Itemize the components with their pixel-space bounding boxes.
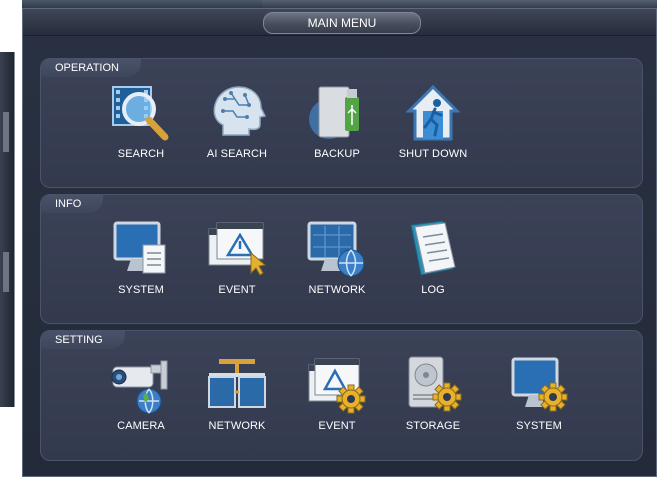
event-setting-label: EVENT	[318, 420, 356, 432]
log-label: LOG	[421, 284, 445, 296]
event-info-label: EVENT	[218, 284, 256, 296]
usb-backup-icon	[309, 86, 359, 139]
network-info-label: NETWORK	[308, 284, 366, 296]
log-button[interactable]: LOG	[385, 217, 481, 296]
system-setting-button[interactable]: SYSTEM	[491, 353, 587, 432]
search-button[interactable]: SEARCH	[93, 81, 189, 160]
shut-down-label: SHUT DOWN	[398, 148, 468, 160]
title-bar: MAIN MENU	[23, 9, 656, 36]
camera-globe-icon	[111, 360, 168, 414]
setting-panel-title: SETTING	[41, 331, 125, 349]
search-label: SEARCH	[117, 148, 165, 160]
event-gear-icon	[308, 358, 366, 414]
network-setting-button[interactable]: NETWORK	[189, 353, 285, 432]
system-info-label: SYSTEM	[118, 284, 164, 296]
window-title: MAIN MENU	[263, 12, 421, 34]
operation-panel: OPERATION SEARCH AI SEARCH BACKUP SHUT D…	[40, 58, 643, 188]
shut-down-button[interactable]: SHUT DOWN	[385, 81, 481, 160]
ai-head-icon	[213, 86, 267, 136]
log-book-icon	[410, 220, 456, 276]
backup-button[interactable]: BACKUP	[289, 81, 385, 160]
warning-window-icon	[208, 222, 267, 276]
shutdown-house-icon	[405, 84, 461, 141]
network-setting-label: NETWORK	[208, 420, 266, 432]
main-menu-window: MAIN MENU OPERATION SEARCH AI SEARCH BAC…	[22, 8, 657, 477]
system-gear-icon	[511, 357, 568, 412]
background-strip	[3, 112, 9, 152]
film-search-icon	[112, 86, 169, 141]
network-globe-icon	[307, 221, 365, 277]
background-strip	[3, 252, 9, 292]
system-setting-label: SYSTEM	[516, 420, 562, 432]
info-panel: INFO SYSTEM EVENT NETWORK LOG	[40, 194, 643, 324]
event-info-button[interactable]: EVENT	[189, 217, 285, 296]
camera-setting-button[interactable]: CAMERA	[93, 353, 189, 432]
system-info-button[interactable]: SYSTEM	[93, 217, 189, 296]
setting-panel: SETTING CAMERA NETWORK EVENT STORAGE SYS…	[40, 330, 643, 461]
background-window-left	[0, 52, 15, 407]
ai-search-button[interactable]: AI SEARCH	[189, 81, 285, 160]
monitor-document-icon	[113, 221, 166, 274]
event-setting-button[interactable]: EVENT	[289, 353, 385, 432]
storage-setting-button[interactable]: STORAGE	[385, 353, 481, 432]
network-info-button[interactable]: NETWORK	[289, 217, 385, 296]
storage-gear-icon	[408, 356, 462, 412]
info-panel-title: INFO	[41, 195, 104, 213]
network-windows-icon	[208, 359, 266, 408]
backup-label: BACKUP	[314, 148, 360, 160]
storage-setting-label: STORAGE	[405, 420, 461, 432]
operation-panel-title: OPERATION	[41, 59, 141, 77]
ai-search-label: AI SEARCH	[206, 148, 268, 160]
camera-setting-label: CAMERA	[117, 420, 165, 432]
